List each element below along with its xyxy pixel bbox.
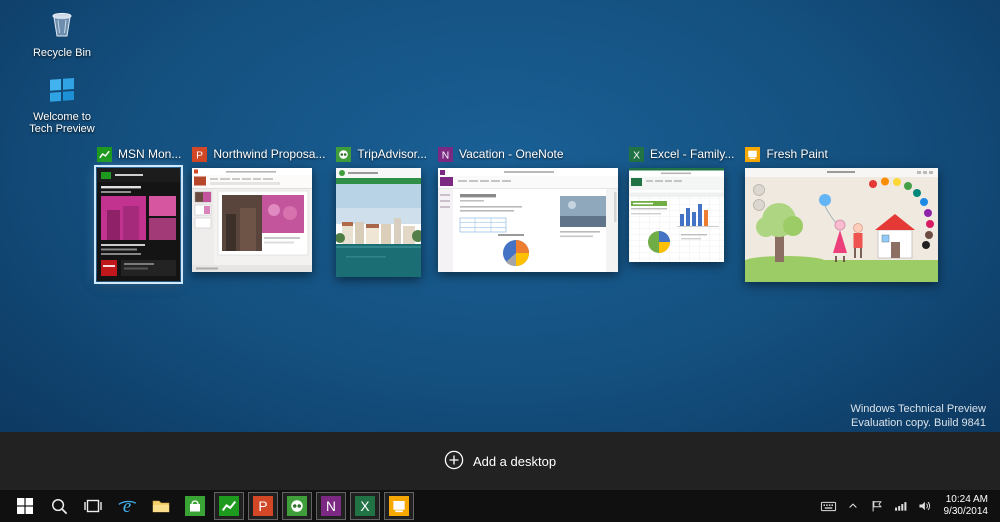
watermark-line1: Windows Technical Preview [850,403,986,415]
window-label: P Northwind Proposa... [192,146,325,162]
start-button[interactable] [10,492,40,520]
clock-time: 10:24 AM [945,494,988,505]
internet-explorer-button[interactable]: e [112,492,142,520]
task-view-icon [84,499,102,513]
tripadvisor-icon [336,146,352,162]
window-thumbnail-fresh-paint[interactable] [745,168,939,282]
desktop-icon-recycle-bin[interactable]: Recycle Bin [28,8,96,59]
file-explorer-button[interactable] [146,492,176,520]
task-view: MSN Mon... P Northwind Proposa... TripAd… [94,146,939,284]
file-explorer-icon [152,500,170,513]
desktop-icon-label: Welcome to Tech Preview [29,111,95,135]
taskbar: e P N X 10:24 AM 9/30/2014 [0,490,1000,522]
excel-icon: X [629,146,644,162]
search-button[interactable] [44,492,74,520]
tripadvisor-taskbar-button[interactable] [282,492,312,520]
windows-logo-icon [17,498,33,514]
tripadvisor-icon [287,496,307,516]
window-label: Fresh Paint [745,146,938,162]
network-button[interactable] [890,492,912,520]
windows-logo-icon [46,72,78,109]
svg-text:P: P [258,499,267,514]
add-desktop-label: Add a desktop [472,453,557,469]
show-hidden-icons-button[interactable] [842,492,864,520]
chevron-up-icon [848,503,857,508]
window-title: Fresh Paint [766,147,828,161]
desktop-icon-label: Recycle Bin [32,47,92,59]
plus-circle-icon [444,450,464,473]
fresh-paint-icon [745,146,761,162]
add-desktop-button[interactable]: Add a desktop [438,449,562,474]
watermark-line2: Evaluation copy. Build 9841 [851,417,986,429]
excel-taskbar-button[interactable]: X [350,492,380,520]
clock-date: 9/30/2014 [943,506,989,517]
window-label: X Excel - Family... [629,146,734,162]
taskbar-clock[interactable]: 10:24 AM 9/30/2014 [938,494,995,518]
volume-button[interactable] [914,492,936,520]
window-title: Northwind Proposa... [213,147,326,161]
touch-keyboard-button[interactable] [818,492,840,520]
store-button[interactable] [180,492,210,520]
recycle-bin-icon [46,8,78,45]
window-thumbnail-onenote[interactable] [438,168,618,272]
taskbar-left: e P N X [0,492,414,520]
window-thumbnail-powerpoint[interactable] [192,168,313,272]
build-watermark: Windows Technical Preview Evaluation cop… [850,402,986,430]
powerpoint-icon: P [253,496,273,516]
msn-money-icon [97,146,112,162]
desktop-icon-welcome-tech-preview[interactable]: Welcome to Tech Preview [28,72,96,135]
window-title: TripAdvisor... [357,147,427,161]
excel-icon: X [355,496,375,516]
window-title: MSN Mon... [118,147,182,161]
window-label: MSN Mon... [97,146,181,162]
powerpoint-taskbar-button[interactable]: P [248,492,278,520]
network-signal-icon [895,502,907,511]
task-view-window-powerpoint[interactable]: P Northwind Proposa... [192,146,325,272]
store-icon [185,496,205,516]
fresh-paint-taskbar-button[interactable] [384,492,414,520]
onenote-taskbar-button[interactable]: N [316,492,346,520]
desktop: Recycle Bin Welcome to Tech Preview MSN … [0,0,1000,522]
onenote-icon: N [321,496,341,516]
window-label: TripAdvisor... [336,146,427,162]
svg-text:P: P [196,150,203,161]
flag-icon [872,500,882,512]
action-center-button[interactable] [866,492,888,520]
task-view-button[interactable] [78,492,108,520]
task-view-window-msn-money[interactable]: MSN Mon... [94,146,183,284]
powerpoint-icon: P [192,146,208,162]
window-title: Excel - Family... [650,147,735,161]
msn-money-taskbar-button[interactable] [214,492,244,520]
internet-explorer-icon: e [118,496,137,517]
window-thumbnail-msn-money[interactable] [94,165,183,284]
window-title: Vacation - OneNote [459,147,564,161]
keyboard-icon [820,501,837,511]
onenote-icon: N [438,146,453,162]
svg-text:e: e [123,496,131,517]
speaker-icon [919,501,931,511]
svg-text:N: N [326,499,336,514]
svg-text:X: X [360,499,369,514]
window-thumbnail-tripadvisor[interactable] [336,168,422,277]
task-view-window-tripadvisor[interactable]: TripAdvisor... [336,146,427,277]
svg-text:N: N [442,150,449,161]
fresh-paint-icon [389,496,409,516]
search-icon [51,498,67,514]
add-desktop-bar: Add a desktop [0,432,1000,490]
task-view-window-excel[interactable]: X Excel - Family... [629,146,734,262]
svg-text:X: X [633,150,640,161]
msn-money-icon [219,496,239,516]
window-label: N Vacation - OneNote [438,146,618,162]
window-thumbnail-excel[interactable] [629,168,724,262]
system-tray: 10:24 AM 9/30/2014 [818,492,1000,520]
task-view-window-onenote[interactable]: N Vacation - OneNote [438,146,618,272]
task-view-window-fresh-paint[interactable]: Fresh Paint [745,146,939,282]
